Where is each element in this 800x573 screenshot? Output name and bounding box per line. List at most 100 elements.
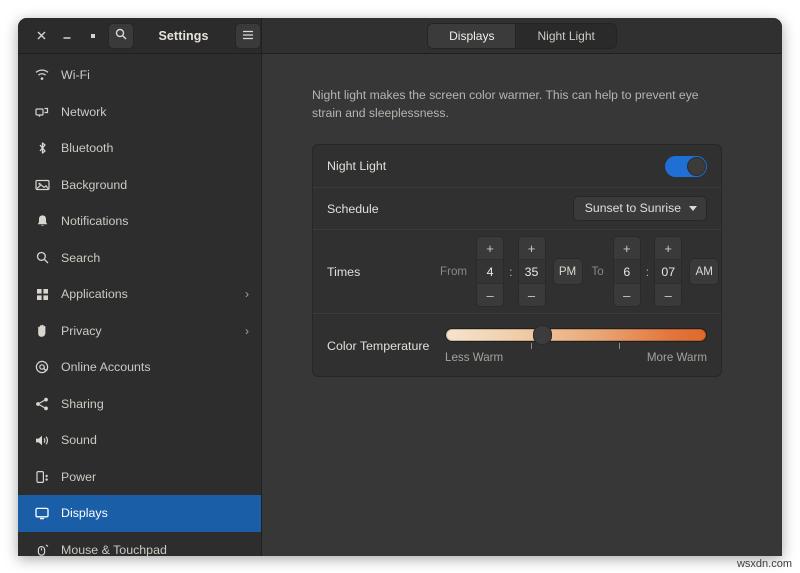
tab-night-light[interactable]: Night Light: [515, 24, 615, 48]
sidebar-item-label: Network: [61, 105, 249, 119]
to-minute-increment[interactable]: +: [655, 237, 681, 259]
from-label: From: [431, 265, 476, 278]
night-light-control: [431, 156, 707, 177]
battery-icon: [32, 470, 52, 484]
sidebar-item-label: Notifications: [61, 214, 249, 228]
mouse-icon: [32, 543, 52, 556]
grid-icon: [32, 288, 52, 301]
from-time-group: + 4 – : + 35 – PM: [476, 236, 582, 307]
to-time-group: + 6 – : + 07 – AM: [613, 236, 719, 307]
sidebar-item-sound[interactable]: Sound: [18, 422, 261, 459]
minimize-icon[interactable]: [54, 23, 80, 49]
from-hour-value: 4: [477, 259, 503, 284]
monitor-icon: [32, 507, 52, 520]
sidebar-item-bluetooth[interactable]: Bluetooth: [18, 130, 261, 167]
search-icon: [115, 27, 127, 45]
sidebar-item-label: Bluetooth: [61, 141, 249, 155]
times-control: From + 4 – : + 35: [431, 236, 719, 307]
sidebar-item-label: Applications: [61, 287, 245, 301]
sidebar-item-wifi[interactable]: Wi-Fi: [18, 57, 261, 94]
night-light-panel: Night light makes the screen color warme…: [262, 54, 782, 556]
sidebar-item-search[interactable]: Search: [18, 240, 261, 277]
search-button[interactable]: [108, 23, 134, 49]
bluetooth-icon: [32, 141, 52, 155]
to-minute-value: 07: [655, 259, 681, 284]
sidebar-item-privacy[interactable]: Privacy ›: [18, 313, 261, 350]
sidebar-item-label: Wi-Fi: [61, 68, 249, 82]
sidebar-item-mouse-touchpad[interactable]: Mouse & Touchpad: [18, 532, 261, 557]
sidebar-item-online-accounts[interactable]: Online Accounts: [18, 349, 261, 386]
to-hour-decrement[interactable]: –: [614, 284, 640, 306]
maximize-icon[interactable]: [80, 23, 106, 49]
sidebar-item-sharing[interactable]: Sharing: [18, 386, 261, 423]
to-meridiem-button[interactable]: AM: [689, 258, 719, 285]
sidebar-item-label: Mouse & Touchpad: [61, 543, 249, 556]
slider-min-label: Less Warm: [445, 351, 503, 364]
from-hour-decrement[interactable]: –: [477, 284, 503, 306]
color-temperature-slider[interactable]: [445, 328, 707, 342]
sidebar-item-label: Sharing: [61, 397, 249, 411]
sidebar-item-background[interactable]: Background: [18, 167, 261, 204]
to-hour-increment[interactable]: +: [614, 237, 640, 259]
chevron-right-icon: ›: [245, 288, 249, 300]
settings-window: Settings Displays Night Light: [18, 18, 782, 556]
schedule-row: Schedule Sunset to Sunrise: [313, 187, 721, 229]
image-icon: [32, 179, 52, 191]
watermark: wsxdn.com: [737, 558, 792, 570]
from-minute-stepper[interactable]: + 35 –: [518, 236, 546, 307]
from-minute-value: 35: [519, 259, 545, 284]
from-hour-stepper[interactable]: + 4 –: [476, 236, 504, 307]
to-hour-stepper[interactable]: + 6 –: [613, 236, 641, 307]
window-title: Settings: [134, 29, 233, 43]
slider-tick: [619, 343, 620, 349]
wifi-icon: [32, 69, 52, 81]
to-hour-value: 6: [614, 259, 640, 284]
sidebar-item-label: Displays: [61, 506, 249, 520]
slider-scale-labels: Less Warm More Warm: [445, 351, 707, 364]
sidebar-item-label: Online Accounts: [61, 360, 249, 374]
from-time-separator: :: [504, 265, 517, 279]
color-temperature-label: Color Temperature: [327, 328, 431, 353]
tab-displays[interactable]: Displays: [428, 24, 515, 48]
chevron-down-icon: [689, 206, 697, 211]
share-icon: [32, 397, 52, 411]
to-time-separator: :: [641, 265, 654, 279]
night-light-label: Night Light: [327, 159, 431, 173]
from-hour-increment[interactable]: +: [477, 237, 503, 259]
screenshot-root: Settings Displays Night Light: [0, 0, 800, 573]
sidebar-item-label: Search: [61, 251, 249, 265]
settings-sidebar: Wi-Fi Network Bluetooth: [18, 54, 262, 556]
sidebar-item-notifications[interactable]: Notifications: [18, 203, 261, 240]
to-minute-stepper[interactable]: + 07 –: [654, 236, 682, 307]
hand-icon: [32, 324, 52, 338]
sidebar-item-applications[interactable]: Applications ›: [18, 276, 261, 313]
night-light-toggle[interactable]: [665, 156, 707, 177]
color-temperature-control: Less Warm More Warm: [431, 328, 707, 364]
times-label: Times: [327, 265, 431, 279]
menu-button[interactable]: [235, 23, 261, 49]
sidebar-item-power[interactable]: Power: [18, 459, 261, 496]
sidebar-item-label: Privacy: [61, 324, 245, 338]
hamburger-menu-icon: [242, 27, 254, 45]
from-minute-decrement[interactable]: –: [519, 284, 545, 306]
title-bar-left: Settings: [18, 18, 262, 53]
times-row: Times From + 4 – :: [313, 229, 721, 313]
schedule-dropdown[interactable]: Sunset to Sunrise: [573, 196, 707, 221]
from-minute-increment[interactable]: +: [519, 237, 545, 259]
close-icon[interactable]: [28, 23, 54, 49]
slider-tick: [531, 343, 532, 349]
schedule-label: Schedule: [327, 202, 431, 216]
slider-ticks: [445, 342, 707, 350]
to-minute-decrement[interactable]: –: [655, 284, 681, 306]
sidebar-item-displays[interactable]: Displays: [18, 495, 261, 532]
panel-description: Night light makes the screen color warme…: [312, 86, 722, 122]
bell-icon: [32, 214, 52, 228]
sidebar-item-network[interactable]: Network: [18, 94, 261, 131]
sidebar-item-label: Power: [61, 470, 249, 484]
title-bar: Settings Displays Night Light: [18, 18, 782, 54]
speaker-icon: [32, 434, 52, 447]
sidebar-item-label: Background: [61, 178, 249, 192]
from-meridiem-button[interactable]: PM: [553, 258, 583, 285]
night-light-row: Night Light: [313, 145, 721, 187]
view-tabs: Displays Night Light: [427, 23, 617, 49]
